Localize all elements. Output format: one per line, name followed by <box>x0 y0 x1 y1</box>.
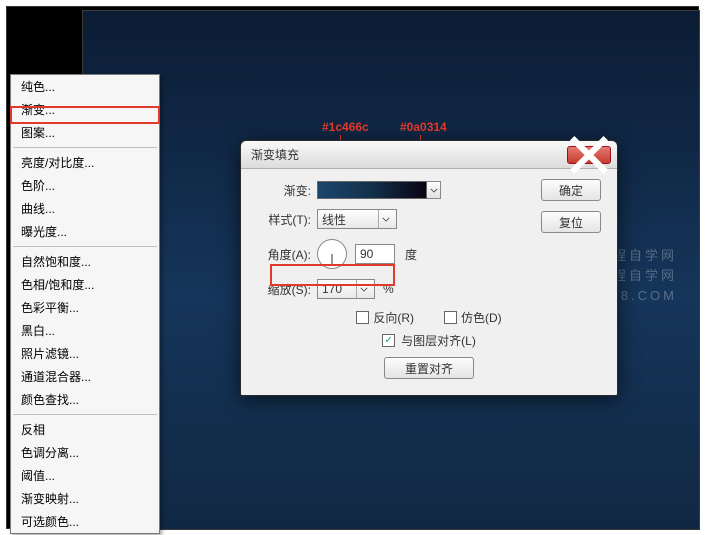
adjustment-layer-menu: 纯色... 渐变... 图案... 亮度/对比度... 色阶... 曲线... … <box>10 74 160 534</box>
style-label: 样式(T): <box>257 211 317 228</box>
reverse-checkbox[interactable] <box>356 311 369 324</box>
realign-button[interactable]: 重置对齐 <box>384 357 474 379</box>
menu-solid-color[interactable]: 纯色... <box>11 75 159 98</box>
close-button[interactable] <box>567 146 611 164</box>
menu-levels[interactable]: 色阶... <box>11 174 159 197</box>
menu-threshold[interactable]: 阈值... <box>11 464 159 487</box>
angle-input[interactable]: 90 <box>355 244 395 264</box>
chevron-down-icon <box>382 217 390 222</box>
menu-vibrance[interactable]: 自然饱和度... <box>11 250 159 273</box>
menu-exposure[interactable]: 曝光度... <box>11 220 159 243</box>
menu-channel-mixer[interactable]: 通道混合器... <box>11 365 159 388</box>
menu-posterize[interactable]: 色调分离... <box>11 441 159 464</box>
menu-color-balance[interactable]: 色彩平衡... <box>11 296 159 319</box>
menu-gradient[interactable]: 渐变... <box>11 98 159 121</box>
anno-color2: #0a0314 <box>400 120 447 134</box>
menu-sep <box>13 246 157 247</box>
degree-label: 度 <box>405 246 417 263</box>
angle-label: 角度(A): <box>257 246 317 263</box>
menu-selective-color[interactable]: 可选颜色... <box>11 510 159 533</box>
menu-curves[interactable]: 曲线... <box>11 197 159 220</box>
dialog-title: 渐变填充 <box>241 146 299 163</box>
menu-photo-filter[interactable]: 照片滤镜... <box>11 342 159 365</box>
percent-label: % <box>383 282 394 296</box>
chevron-down-icon <box>430 188 438 193</box>
menu-brightness[interactable]: 亮度/对比度... <box>11 151 159 174</box>
style-select[interactable]: 线性 <box>317 209 397 229</box>
ok-button[interactable]: 确定 <box>541 179 601 201</box>
menu-pattern[interactable]: 图案... <box>11 121 159 144</box>
menu-invert[interactable]: 反相 <box>11 418 159 441</box>
menu-color-lookup[interactable]: 颜色查找... <box>11 388 159 411</box>
gradient-label: 渐变: <box>257 182 317 199</box>
gradient-fill-dialog: 渐变填充 确定 复位 渐变: 样式(T): 线性 角度(A): <box>240 140 618 396</box>
menu-black-white[interactable]: 黑白... <box>11 319 159 342</box>
menu-hue-sat[interactable]: 色相/饱和度... <box>11 273 159 296</box>
align-checkbox[interactable]: ✓ <box>382 334 395 347</box>
reverse-label: 反向(R) <box>373 309 414 326</box>
reset-button[interactable]: 复位 <box>541 211 601 233</box>
align-label: 与图层对齐(L) <box>401 332 476 349</box>
scale-input[interactable]: 170 <box>317 279 375 299</box>
menu-gradient-map[interactable]: 渐变映射... <box>11 487 159 510</box>
menu-sep <box>13 147 157 148</box>
gradient-preview[interactable] <box>317 181 427 199</box>
menu-sep <box>13 414 157 415</box>
scale-label: 缩放(S): <box>257 281 317 298</box>
chevron-down-icon <box>360 287 368 292</box>
angle-dial[interactable] <box>317 239 347 269</box>
style-value: 线性 <box>322 211 378 228</box>
gradient-dropdown[interactable] <box>427 181 441 199</box>
scale-value: 170 <box>322 282 356 296</box>
dither-checkbox[interactable] <box>444 311 457 324</box>
titlebar[interactable]: 渐变填充 <box>241 141 617 169</box>
anno-color1: #1c466c <box>322 120 369 134</box>
dither-label: 仿色(D) <box>461 309 502 326</box>
